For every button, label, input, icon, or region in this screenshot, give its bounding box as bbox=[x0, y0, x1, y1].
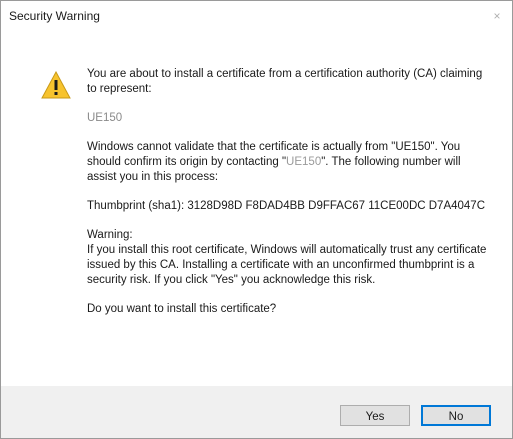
close-icon[interactable]: × bbox=[486, 5, 508, 27]
intro-text: You are about to install a certificate f… bbox=[87, 68, 483, 95]
message-body: You are about to install a certificate f… bbox=[87, 67, 487, 317]
button-bar: Yes No bbox=[1, 386, 512, 438]
thumbprint-text: Thumbprint (sha1): 3128D98D F8DAD4BB D9F… bbox=[87, 200, 486, 212]
warning-body: If you install this root certificate, Wi… bbox=[87, 244, 487, 286]
window-title: Security Warning bbox=[9, 9, 100, 23]
yes-button[interactable]: Yes bbox=[340, 405, 410, 426]
warning-triangle-icon bbox=[41, 70, 71, 99]
warning-heading: Warning: bbox=[87, 229, 133, 241]
install-question: Do you want to install this certificate? bbox=[87, 303, 277, 315]
security-warning-dialog: Security Warning × You are about to inst… bbox=[0, 0, 513, 439]
ca-name: UE150 bbox=[87, 112, 123, 124]
no-button[interactable]: No bbox=[421, 405, 491, 426]
contact-name: UE150 bbox=[286, 156, 322, 168]
validation-text: Windows cannot validate that the certifi… bbox=[87, 140, 487, 185]
title-bar: Security Warning × bbox=[1, 1, 512, 31]
